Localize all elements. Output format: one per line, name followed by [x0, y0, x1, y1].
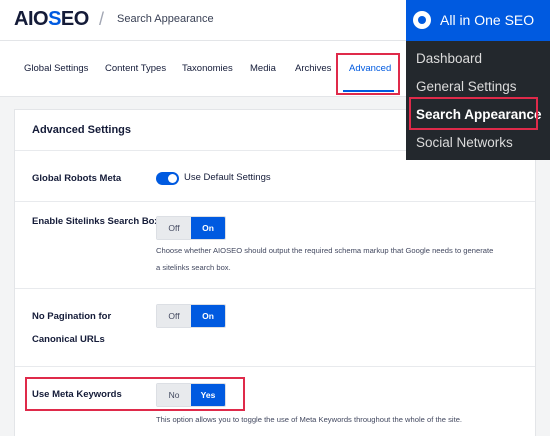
admin-menu-general-settings[interactable]: General Settings — [416, 79, 517, 94]
meta-keywords-no-button[interactable]: No — [157, 384, 191, 406]
pagination-label-line2: Canonical URLs — [32, 334, 105, 345]
tab-archives[interactable]: Archives — [295, 63, 331, 74]
tab-global-settings[interactable]: Global Settings — [24, 63, 88, 74]
robots-default-toggle-label: Use Default Settings — [184, 172, 271, 183]
logo-text-pre: AIO — [14, 8, 49, 30]
tab-media[interactable]: Media — [250, 63, 276, 74]
sitelinks-on-button[interactable]: On — [191, 217, 225, 239]
row-divider — [15, 366, 535, 367]
sitelinks-off-button[interactable]: Off — [157, 217, 191, 239]
admin-menu-dashboard[interactable]: Dashboard — [416, 51, 482, 66]
tab-advanced[interactable]: Advanced — [349, 63, 391, 74]
logo-text-post: EO — [60, 8, 89, 30]
aioseo-logo[interactable]: AIOSEO — [14, 8, 89, 31]
admin-menu-header[interactable]: All in One SEO — [406, 0, 550, 41]
aioseo-logo-icon — [413, 11, 431, 29]
row-divider — [15, 288, 535, 289]
admin-submenu: All in One SEO Dashboard General Setting… — [406, 0, 550, 160]
sitelinks-description-line2: a sitelinks search box. — [156, 263, 231, 272]
sitelinks-label: Enable Sitelinks Search Box — [32, 216, 160, 227]
robots-default-toggle[interactable] — [156, 172, 179, 185]
sitelinks-description-line1: Choose whether AIOSEO should output the … — [156, 246, 494, 255]
aioseo-gear-icon: S — [48, 8, 61, 30]
meta-keywords-segmented-control: No Yes — [156, 383, 226, 407]
pagination-on-button[interactable]: On — [191, 305, 225, 327]
row-divider — [15, 201, 535, 202]
meta-keywords-label: Use Meta Keywords — [32, 389, 122, 400]
pagination-label-line1: No Pagination for — [32, 311, 112, 322]
admin-menu-search-appearance[interactable]: Search Appearance — [416, 107, 542, 122]
admin-menu-social-networks[interactable]: Social Networks — [416, 135, 513, 150]
admin-menu-title: All in One SEO — [440, 12, 535, 28]
sitelinks-segmented-control: Off On — [156, 216, 226, 240]
active-tab-indicator — [343, 90, 394, 92]
breadcrumb: Search Appearance — [117, 13, 214, 25]
robots-meta-label: Global Robots Meta — [32, 173, 122, 184]
tab-taxonomies[interactable]: Taxonomies — [182, 63, 233, 74]
tab-content-types[interactable]: Content Types — [105, 63, 166, 74]
meta-keywords-description: This option allows you to toggle the use… — [156, 415, 463, 424]
toggle-knob — [168, 174, 177, 183]
card-title: Advanced Settings — [32, 124, 132, 136]
pagination-off-button[interactable]: Off — [157, 305, 191, 327]
pagination-segmented-control: Off On — [156, 304, 226, 328]
meta-keywords-yes-button[interactable]: Yes — [191, 384, 225, 406]
breadcrumb-separator: / — [99, 9, 105, 29]
